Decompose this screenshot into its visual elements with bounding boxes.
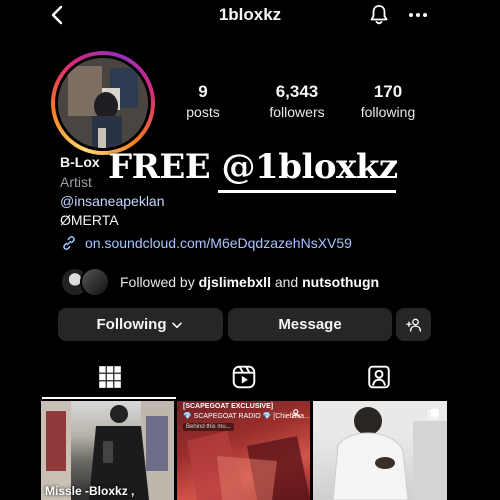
followed-by-joiner: and bbox=[270, 274, 303, 290]
bio-mention-link[interactable]: @insaneapeklan bbox=[60, 193, 165, 210]
avatar-photo-icon bbox=[58, 58, 148, 148]
post-thumbnail[interactable]: [SCAPEGOAT EXCLUSIVE] 💎 SCAPEGOAT RADIO … bbox=[177, 401, 310, 500]
bio-external-link[interactable]: on.soundcloud.com/M6eDqdzazehNsXV59 bbox=[60, 234, 352, 252]
tagged-user-icon bbox=[291, 409, 300, 419]
followers-count-label: followers bbox=[269, 104, 325, 120]
overlay-free-text: FREE @1bloxkz bbox=[108, 147, 398, 187]
profile-display-name: B-Lox bbox=[60, 154, 100, 170]
following-button[interactable]: Following bbox=[58, 308, 223, 341]
bell-icon[interactable] bbox=[367, 3, 391, 27]
message-button[interactable]: Message bbox=[228, 308, 392, 341]
following-count-label: following bbox=[360, 104, 416, 120]
followers-count-value: 6,343 bbox=[275, 82, 319, 101]
carousel-icon bbox=[428, 408, 439, 420]
active-tab-indicator bbox=[42, 397, 176, 399]
bio-link-text: on.soundcloud.com/M6eDqdzazehNsXV59 bbox=[85, 235, 352, 251]
reels-icon[interactable] bbox=[231, 364, 257, 390]
followed-by-prefix: Followed by bbox=[120, 274, 199, 290]
following-count[interactable]: 170 following bbox=[343, 82, 433, 121]
profile-category: Artist bbox=[60, 174, 92, 190]
posts-count-value: 9 bbox=[198, 82, 208, 101]
post-caption: Missle -Bloxkz , bbox=[45, 484, 135, 498]
post-overlay-title: [SCAPEGOAT EXCLUSIVE] bbox=[183, 403, 274, 410]
posts-count[interactable]: 9 posts bbox=[158, 82, 248, 121]
more-horizontal-icon[interactable] bbox=[405, 3, 431, 27]
post-thumbnail[interactable] bbox=[313, 401, 447, 500]
link-icon bbox=[63, 236, 75, 250]
posts-count-label: posts bbox=[186, 104, 220, 120]
follower-avatar bbox=[80, 267, 110, 297]
followers-count[interactable]: 6,343 followers bbox=[252, 82, 342, 121]
avatar-border bbox=[55, 55, 151, 151]
avatar bbox=[58, 58, 148, 148]
grid-icon[interactable] bbox=[97, 364, 123, 390]
post-thumbnail[interactable]: Missle -Bloxkz , bbox=[41, 401, 174, 500]
post-overlay-note: Behind this mu... bbox=[183, 423, 234, 431]
chevron-down-icon bbox=[172, 321, 183, 328]
profile-tabs bbox=[42, 360, 446, 399]
profile-avatar-story-ring[interactable] bbox=[51, 51, 155, 155]
followed-by-text: Followed by djslimebxll and nutsothugn bbox=[120, 274, 379, 290]
followed-by-user-2: nutsothugn bbox=[302, 274, 380, 290]
add-person-icon bbox=[405, 318, 421, 332]
top-bar: 1bloxkz bbox=[0, 0, 500, 34]
tagged-icon[interactable] bbox=[366, 364, 392, 390]
followed-by-user-1: djslimebxll bbox=[198, 274, 271, 290]
followed-by-row[interactable]: Followed by djslimebxll and nutsothugn bbox=[60, 267, 379, 297]
bio-tagline: ØMERTA bbox=[60, 212, 119, 228]
overlay-underline bbox=[218, 190, 396, 193]
following-button-label: Following bbox=[96, 316, 167, 333]
message-button-label: Message bbox=[278, 316, 342, 333]
suggested-users-button[interactable] bbox=[396, 308, 431, 341]
following-count-value: 170 bbox=[373, 82, 403, 101]
